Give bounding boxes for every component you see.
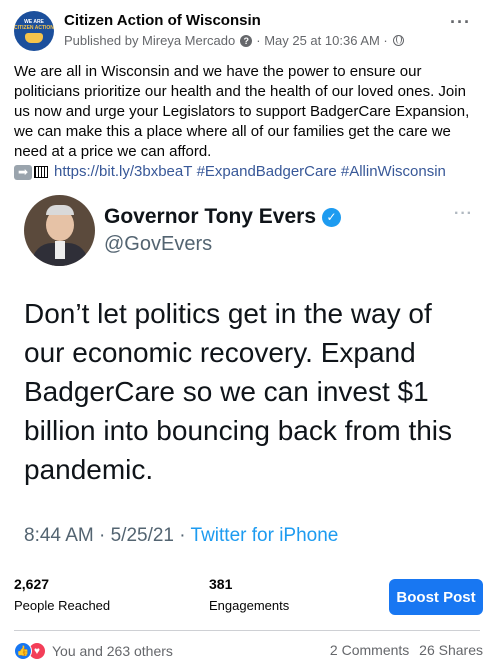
- tweet-avatar: [24, 195, 95, 266]
- post-link[interactable]: https://bit.ly/3bxbeaT: [54, 162, 192, 182]
- post-link-line: ➡ https://bit.ly/3bxbeaT #ExpandBadgerCa…: [14, 162, 480, 182]
- more-options-icon[interactable]: ···: [450, 13, 471, 31]
- tweet-body: Don’t let politics get in the way of our…: [24, 298, 453, 485]
- published-by[interactable]: Published by Mireya Mercado: [64, 33, 235, 48]
- divider: [14, 630, 480, 631]
- page-avatar[interactable]: WE ARE CITIZEN ACTION: [14, 11, 54, 51]
- like-reaction-icon: 👍: [14, 642, 32, 660]
- avatar-hair: [46, 205, 74, 215]
- tweet-author-name: Governor Tony Evers ✓: [104, 205, 342, 229]
- reactions-summary[interactable]: 👍 ♥ You and 263 others: [14, 642, 173, 660]
- post-insights: 2,627 People Reached 381 Engagements Boo…: [0, 572, 491, 624]
- arrow-right-icon: ➡: [14, 164, 32, 180]
- people-reached-stat[interactable]: 2,627 People Reached: [14, 576, 110, 613]
- engagement-counts: 2 Comments 26 Shares: [330, 642, 483, 658]
- info-icon[interactable]: ?: [240, 34, 253, 47]
- hashtag-expandbadgercare[interactable]: #ExpandBadgerCare: [197, 162, 337, 182]
- people-reached-label: People Reached: [14, 598, 111, 613]
- boost-post-button[interactable]: Boost Post: [389, 579, 483, 615]
- globe-icon[interactable]: [392, 35, 404, 46]
- tweet-time: 8:44 AM · 5/25/21 ·: [24, 525, 191, 546]
- post-date[interactable]: · May 25 at 10:36 AM ·: [256, 33, 388, 48]
- tweet-footer: 8:44 AM · 5/25/21 · Twitter for iPhone: [24, 525, 338, 547]
- verified-badge-icon: ✓: [322, 207, 342, 227]
- avatar-text-bottom: CITIZEN ACTION: [14, 25, 54, 31]
- barcode-icon: [34, 166, 48, 178]
- shares-count[interactable]: 26 Shares: [419, 642, 483, 658]
- tweet-author-label: Governor Tony Evers: [104, 205, 317, 228]
- post-header: WE ARE CITIZEN ACTION Citizen Action of …: [14, 10, 477, 54]
- tweet-more-icon: ···: [454, 205, 473, 222]
- avatar-shirt: [55, 241, 65, 259]
- post-meta: Published by Mireya Mercado ? · May 25 a…: [64, 33, 404, 48]
- page-name[interactable]: Citizen Action of Wisconsin: [64, 12, 261, 29]
- people-reached-value: 2,627: [14, 576, 50, 592]
- comments-count[interactable]: 2 Comments: [330, 642, 409, 658]
- tweet-handle: @GovEvers: [104, 233, 213, 255]
- post-text: We are all in Wisconsin and we have the …: [14, 62, 480, 182]
- hashtag-allinwisconsin[interactable]: #AllinWisconsin: [341, 162, 446, 182]
- tweet-source: Twitter for iPhone: [190, 525, 339, 546]
- wisconsin-shape-icon: [25, 33, 43, 43]
- engagements-stat[interactable]: 381 Engagements: [209, 576, 289, 613]
- engagements-value: 381: [209, 576, 233, 592]
- engagements-label: Engagements: [209, 598, 290, 613]
- reactions-text: You and 263 others: [52, 643, 173, 659]
- tweet-image[interactable]: Governor Tony Evers ✓ @GovEvers ··· Don’…: [0, 187, 491, 562]
- post-body-text: We are all in Wisconsin and we have the …: [14, 63, 470, 160]
